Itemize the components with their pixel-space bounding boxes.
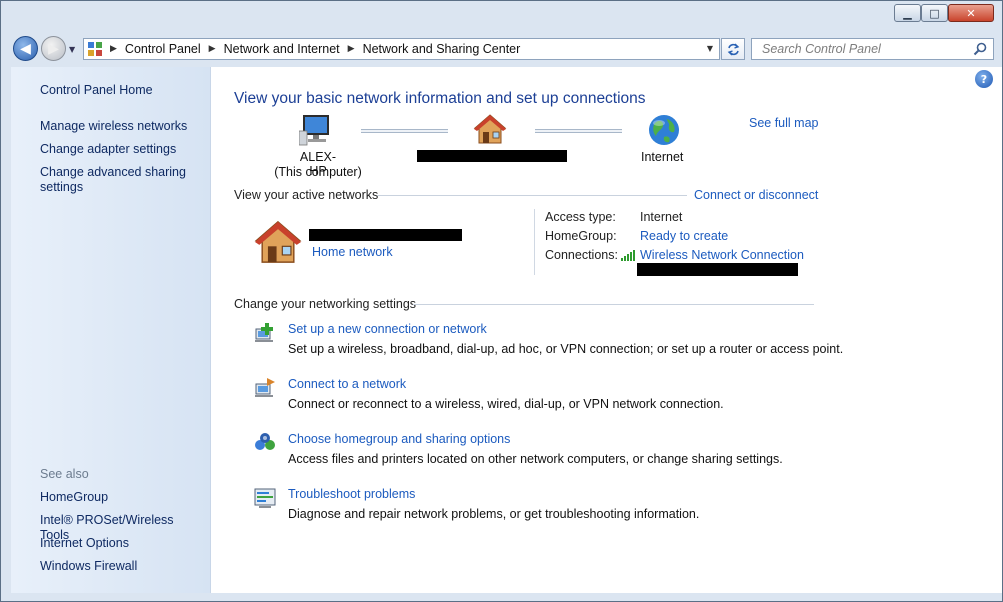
connect-or-disconnect-link[interactable]: Connect or disconnect [694,188,818,202]
main-content: View your basic network information and … [211,67,993,593]
section-divider [413,304,814,305]
troubleshoot-problems-description: Diagnose and repair network problems, or… [288,507,700,521]
breadcrumb-control-panel[interactable]: Control Panel [125,42,201,56]
change-advanced-sharing-settings-link[interactable]: Change advanced sharing settings [40,165,190,195]
setup-new-connection-description: Set up a wireless, broadband, dial-up, a… [288,342,844,356]
manage-wireless-networks-link[interactable]: Manage wireless networks [40,119,205,134]
new-connection-icon [255,323,273,342]
internet-options-link[interactable]: Internet Options [40,536,205,551]
connect-to-network-link[interactable]: Connect to a network [288,377,406,391]
search-box [751,38,994,60]
settings-heading: Change your networking settings [234,297,417,311]
change-adapter-settings-link[interactable]: Change adapter settings [40,142,205,157]
computer-icon [299,115,329,146]
title-bar: ▁ □ ✕ [1,1,1002,31]
connection-line [361,129,448,133]
refresh-button[interactable] [721,38,745,60]
control-panel-icon [88,42,102,56]
homegroup-ready-to-create-link[interactable]: Ready to create [640,229,728,243]
homegroup-icon [255,433,275,450]
address-bar[interactable]: ▶ Control Panel ▶ Network and Internet ▶… [83,38,720,60]
network-details-divider [534,209,535,275]
search-input[interactable] [760,41,974,57]
breadcrumb-network-and-internet[interactable]: Network and Internet [224,42,340,56]
home-network-icon [473,114,507,144]
connections-label: Connections: [545,248,618,262]
maximize-button[interactable]: □ [921,4,948,22]
back-button[interactable]: ◀ [13,36,38,61]
access-type-value: Internet [640,210,683,224]
minimize-button[interactable]: ▁ [894,4,921,22]
computer-subtitle: (This computer) [274,165,362,179]
redacted-network-name [417,150,567,162]
breadcrumb-network-sharing-center[interactable]: Network and Sharing Center [363,42,521,56]
wireless-network-connection-link[interactable]: Wireless Network Connection [640,248,804,262]
section-divider [377,195,687,196]
active-home-network-icon [254,220,302,263]
address-history-dropdown[interactable]: ▼ [707,44,713,53]
search-icon[interactable] [973,42,987,56]
connect-network-icon [255,378,275,397]
homegroup-link[interactable]: HomeGroup [40,490,205,505]
help-icon[interactable]: ? [975,70,993,88]
setup-new-connection-link[interactable]: Set up a new connection or network [288,322,487,336]
refresh-icon [727,42,739,56]
troubleshoot-icon [254,488,276,508]
network-sharing-center-window: ▁ □ ✕ ◀ ▶ ▼ ▶ Control Panel ▶ Network an… [0,0,1003,602]
close-button[interactable]: ✕ [948,4,994,22]
active-networks-heading: View your active networks [234,188,379,202]
homegroup-sharing-description: Access files and printers located on oth… [288,452,783,466]
internet-globe-icon [649,115,679,145]
access-type-label: Access type: [545,210,616,224]
internet-label: Internet [641,150,684,164]
left-task-pane: Control Panel Home Manage wireless netwo… [11,67,211,593]
forward-button[interactable]: ▶ [41,36,66,61]
breadcrumb-separator[interactable]: ▶ [348,44,355,54]
windows-firewall-link[interactable]: Windows Firewall [40,559,205,574]
homegroup-sharing-options-link[interactable]: Choose homegroup and sharing options [288,432,510,446]
troubleshoot-problems-link[interactable]: Troubleshoot problems [288,487,415,501]
page-title: View your basic network information and … [234,90,646,107]
redacted-ssid [637,263,798,276]
content-right-edge [993,67,1002,593]
home-network-link[interactable]: Home network [312,245,393,259]
see-also-heading: See also [40,467,89,481]
homegroup-label: HomeGroup: [545,229,617,243]
connection-line [535,129,622,133]
breadcrumb-separator[interactable]: ▶ [110,44,117,54]
see-full-map-link[interactable]: See full map [749,116,818,130]
redacted-active-network-name [309,229,462,241]
breadcrumb-separator[interactable]: ▶ [209,44,216,54]
control-panel-home-link[interactable]: Control Panel Home [40,83,205,98]
connect-to-network-description: Connect or reconnect to a wireless, wire… [288,397,724,411]
navigation-bar: ◀ ▶ ▼ ▶ Control Panel ▶ Network and Inte… [1,34,1002,64]
wireless-signal-icon [621,250,635,261]
recent-pages-dropdown[interactable]: ▼ [69,45,75,54]
